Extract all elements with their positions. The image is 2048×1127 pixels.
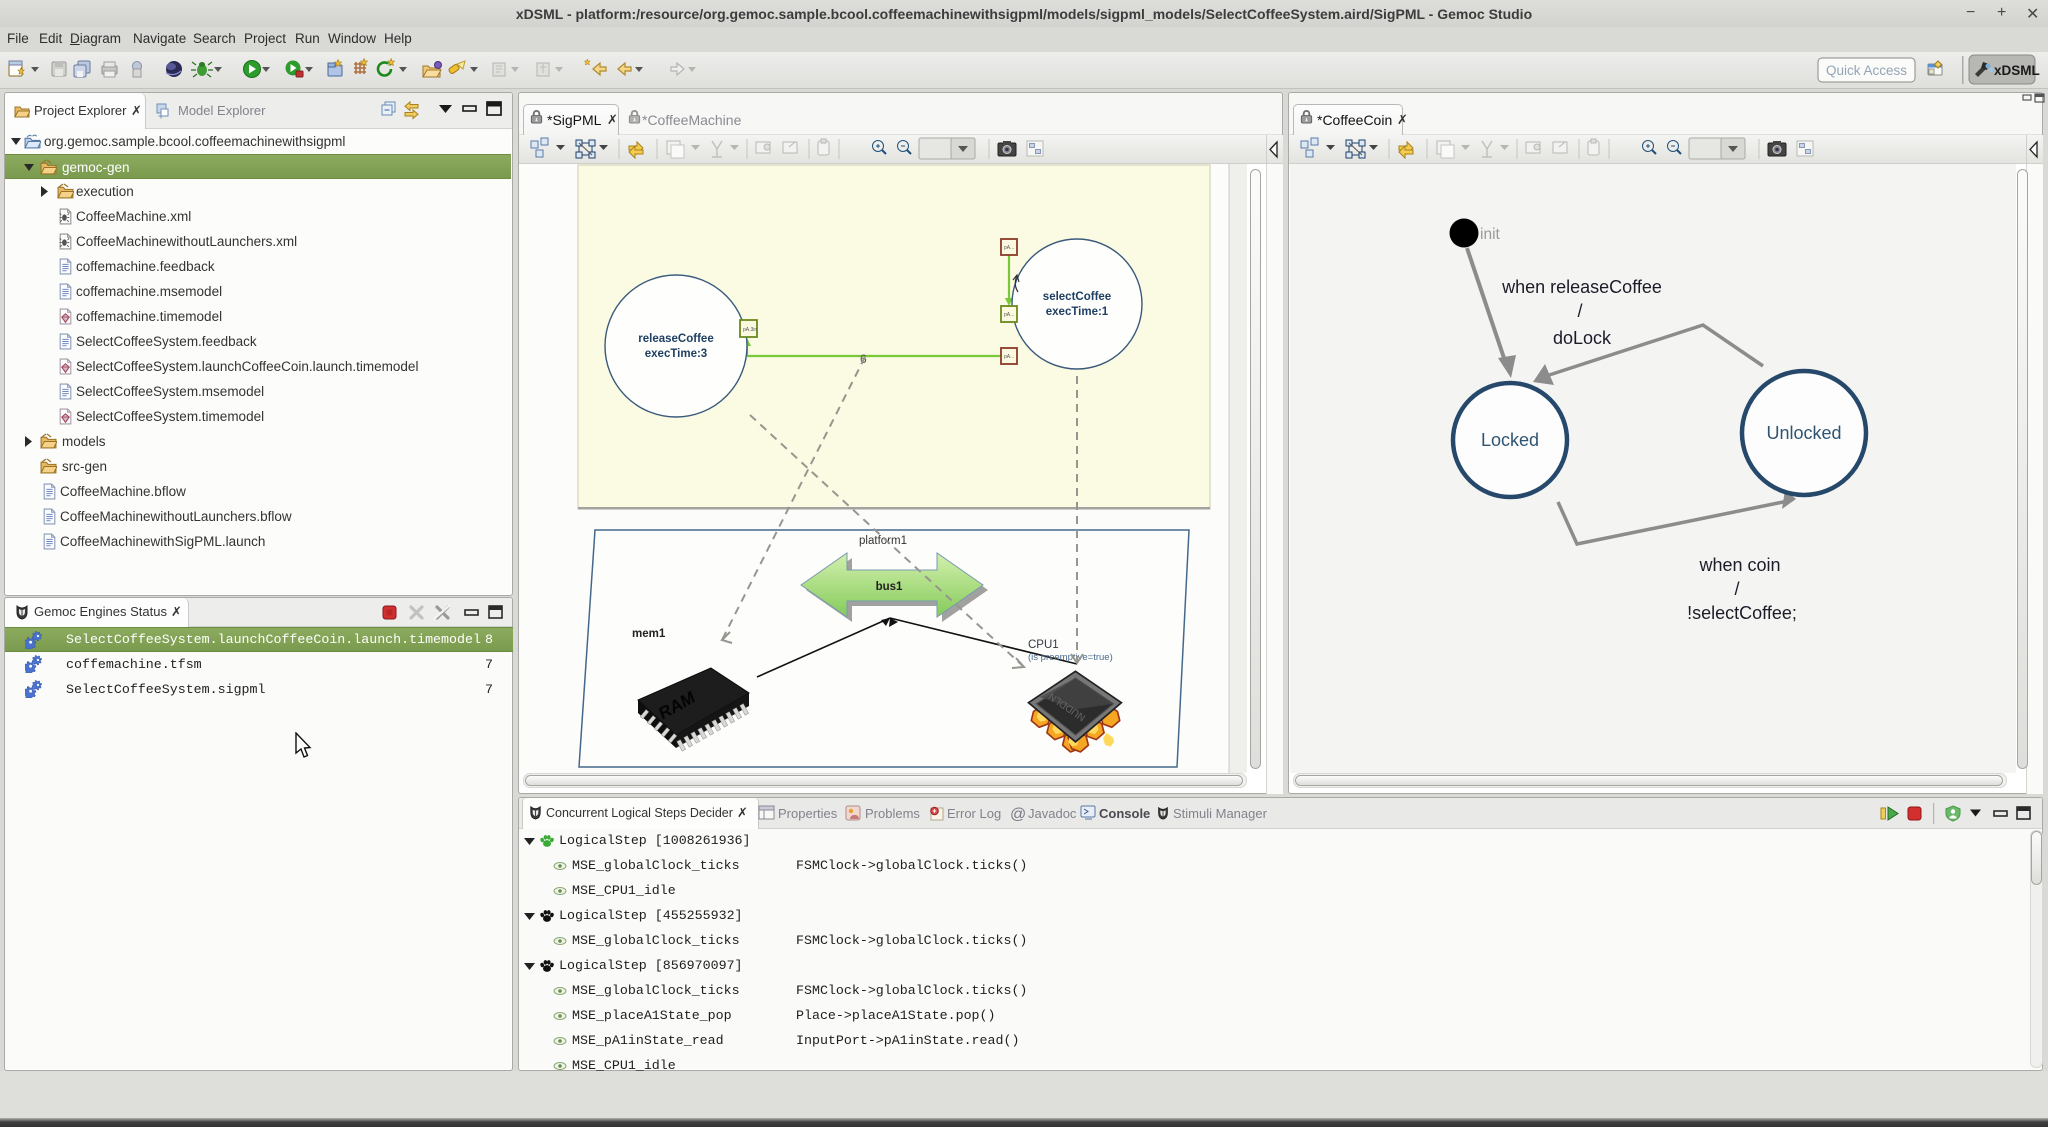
svg-text:releaseCoffee: releaseCoffee [638, 333, 713, 345]
svg-text:when coin: when coin [1698, 555, 1780, 575]
svg-text:platform1: platform1 [859, 535, 907, 547]
svg-text:bus1: bus1 [876, 581, 903, 593]
svg-text:(is preemptive=true): (is preemptive=true) [1028, 652, 1113, 663]
svg-text:when releaseCoffee: when releaseCoffee [1501, 277, 1662, 297]
svg-text:init: init [1480, 226, 1501, 243]
svg-text:execTime:3: execTime:3 [645, 348, 707, 360]
svg-text:pA...: pA... [1004, 354, 1014, 360]
svg-text:mem1: mem1 [632, 628, 666, 640]
svg-text:Quick Access: Quick Access [1826, 63, 1907, 78]
svg-text:@: @ [1010, 806, 1026, 823]
svg-text:/: / [1577, 301, 1582, 321]
svg-text:execTime:1: execTime:1 [1046, 306, 1109, 318]
svg-text:!selectCoffee;: !selectCoffee; [1687, 603, 1797, 623]
svg-text:CPU1: CPU1 [1028, 639, 1059, 651]
svg-text:xDSML: xDSML [1994, 63, 2040, 78]
svg-text:doLock: doLock [1553, 328, 1612, 348]
svg-text:Locked: Locked [1481, 430, 1539, 450]
svg-text:Unlocked: Unlocked [1766, 423, 1841, 443]
svg-text:pA...: pA... [1004, 245, 1014, 251]
svg-text:pA...: pA... [1004, 312, 1014, 318]
svg-text:/: / [1734, 579, 1739, 599]
svg-text:pA.3in: pA.3in [743, 327, 757, 333]
svg-text:selectCoffee: selectCoffee [1043, 291, 1111, 303]
